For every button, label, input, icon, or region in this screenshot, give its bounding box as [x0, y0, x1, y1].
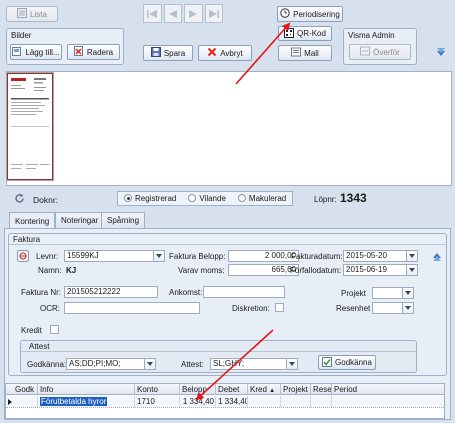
annotation-arrow-periodisering — [235, 22, 291, 85]
annotation-arrow-belopp — [195, 329, 274, 401]
annotation-arrows — [195, 22, 291, 401]
